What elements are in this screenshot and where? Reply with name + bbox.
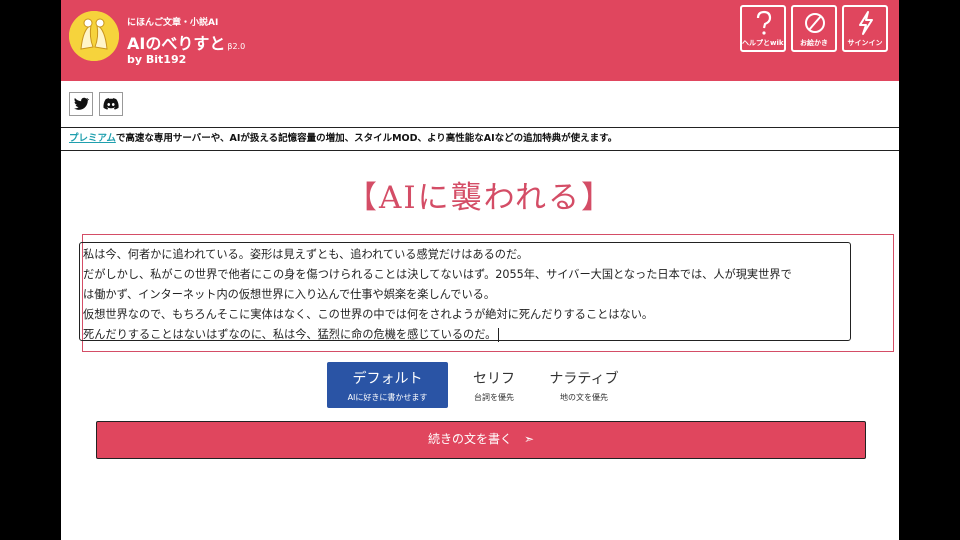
- logo-icon: [69, 11, 119, 61]
- app-logo[interactable]: [69, 11, 119, 61]
- page: にほんご文章・小説AI AIのべりすと β2.0 by Bit192 ヘルプとwi…: [61, 0, 899, 540]
- app-title[interactable]: AIのべりすと β2.0: [127, 30, 245, 54]
- sign-in-button[interactable]: サインイン: [842, 5, 888, 52]
- mode-default-button[interactable]: デフォルト AIに好きに書かせます: [327, 362, 448, 408]
- lightning-icon: [859, 11, 873, 35]
- text-caret: [498, 328, 500, 342]
- story-line-last: 死んだりすることはないはずなのに、私は今、猛烈に命の危機を感じているのだ。: [83, 325, 847, 345]
- story-line: 私は今、何者かに追われている。姿形は見えずとも、追われている感覚だけはあるのだ。: [83, 248, 529, 261]
- app-byline: by Bit192: [127, 53, 187, 66]
- mode-narrative-label: ナラティブ: [549, 371, 619, 387]
- premium-promo-text: で高速な専用サーバーや、AIが扱える記憶容量の増加、スタイルMOD、より高性能な…: [115, 133, 618, 144]
- twitter-icon: [74, 97, 90, 110]
- help-wiki-button[interactable]: ヘルプとwiki: [740, 5, 786, 52]
- story-line: 仮想世界なので、もちろんそこに実体はなく、この世界の中では何をされようが絶対に死…: [83, 308, 654, 321]
- mode-dialogue-label: セリフ: [473, 371, 515, 387]
- story-title[interactable]: 【AIに襲われる】: [61, 172, 899, 217]
- draw-button[interactable]: お絵かき: [791, 5, 837, 52]
- app-header: にほんご文章・小説AI AIのべりすと β2.0 by Bit192 ヘルプとwi…: [61, 0, 899, 81]
- discord-button[interactable]: [99, 92, 123, 116]
- brush-icon: [805, 13, 825, 33]
- story-textarea[interactable]: 私は今、何者かに追われている。姿形は見えずとも、追われている感覚だけはあるのだ。…: [79, 242, 851, 342]
- app-tagline: にほんご文章・小説AI: [127, 18, 219, 28]
- story-line: だがしかし、私がこの世界で他者にこの身を傷つけられることは決してないはず。205…: [83, 268, 792, 281]
- mode-dialogue-button[interactable]: セリフ 台詞を優先: [454, 362, 534, 408]
- discord-icon: [103, 98, 119, 110]
- help-wiki-label: ヘルプとwiki: [742, 39, 786, 47]
- story-line: は働かず、インターネット内の仮想世界に入り込んで仕事や娯楽を楽しんでいる。: [83, 288, 496, 301]
- story-line: 死んだりすることはないはずなのに、私は今、猛烈に命の危機を感じているのだ。: [83, 328, 497, 341]
- sign-in-label: サインイン: [847, 39, 883, 47]
- draw-label: お絵かき: [800, 39, 828, 47]
- mode-narrative-sub: 地の文を優先: [560, 393, 608, 402]
- mode-default-sub: AIに好きに書かせます: [347, 393, 428, 402]
- beta-badge: β2.0: [227, 42, 246, 51]
- mode-default-label: デフォルト: [352, 371, 423, 387]
- continue-writing-button[interactable]: 続きの文を書く ➣: [96, 421, 866, 459]
- app-title-text: AIのべりすと: [127, 34, 226, 53]
- question-icon: [756, 10, 772, 35]
- premium-link[interactable]: プレミアム: [69, 133, 116, 144]
- mode-narrative-button[interactable]: ナラティブ 地の文を優先: [539, 362, 629, 408]
- mode-dialogue-sub: 台詞を優先: [474, 393, 514, 402]
- premium-promo: プレミアムで高速な専用サーバーや、AIが扱える記憶容量の増加、スタイルMOD、よ…: [61, 127, 899, 151]
- twitter-button[interactable]: [69, 92, 93, 116]
